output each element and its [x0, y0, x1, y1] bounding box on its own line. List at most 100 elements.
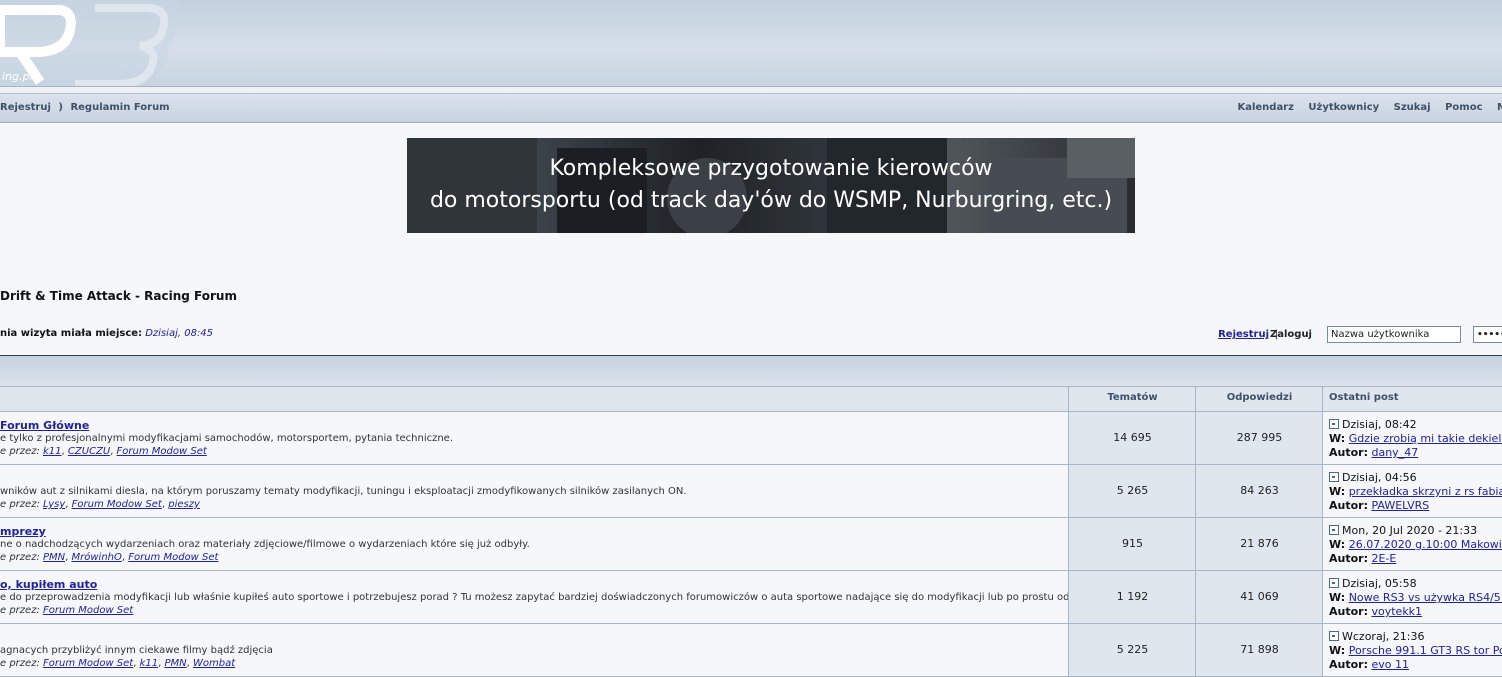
- logo-text: ing.pl: [2, 70, 33, 83]
- last-post-author: Autor: 2E-E: [1329, 552, 1396, 565]
- forum-info-cell: o, kupiłem auto e do przeprowadzenia mody…: [0, 571, 1068, 623]
- moderator-link[interactable]: CZUCZU: [68, 446, 110, 457]
- last-post-topic-link[interactable]: Gdzie zrobią mi takie dekielki...: [1349, 432, 1502, 445]
- forum-name-link[interactable]: o, kupiłem auto: [0, 578, 97, 591]
- forum-name-link[interactable]: mprezy: [0, 525, 46, 538]
- moderator-link[interactable]: MrówinhO: [72, 552, 122, 563]
- last-post-cell: Dzisiaj, 08:42 W: Gdzie zrobią mi takie d…: [1322, 412, 1502, 464]
- topics-count: 1 192: [1068, 571, 1196, 623]
- moderator-link[interactable]: Forum Modow Set: [43, 605, 133, 616]
- replies-count: 287 995: [1195, 412, 1323, 464]
- password-input[interactable]: [1473, 326, 1502, 343]
- last-post-author-link[interactable]: dany_47: [1371, 446, 1418, 459]
- forum-table-header: Tematów Odpowiedzi Ostatni post: [0, 387, 1502, 412]
- last-post-author-link[interactable]: evo 11: [1371, 658, 1409, 671]
- moderator-link[interactable]: pieszy: [168, 499, 200, 510]
- forum-row: wników aut z silnikami diesla, na którym…: [0, 465, 1502, 518]
- last-post-date: Wczoraj, 21:36: [1329, 630, 1424, 643]
- last-post-date: Dzisiaj, 05:58: [1329, 577, 1417, 590]
- moderators-label: e przez:: [0, 446, 40, 457]
- last-post-topic-link[interactable]: 26.07.2020 g.10:00 Makowice k...: [1349, 538, 1502, 551]
- nav-separator: ): [58, 102, 63, 113]
- last-post-author-label: Autor:: [1329, 499, 1368, 512]
- last-post-w-label: W:: [1329, 538, 1346, 551]
- replies-count: 71 898: [1195, 624, 1323, 676]
- moderator-link[interactable]: k11: [140, 658, 159, 669]
- forum-row: agnacych przybliżyć innym ciekawe filmy …: [0, 624, 1502, 677]
- nav-help-link[interactable]: Pomoc: [1445, 102, 1482, 113]
- banner-shade: [407, 138, 1135, 233]
- topics-count: 5 225: [1068, 624, 1196, 676]
- nav-calendar-link[interactable]: Kalendarz: [1237, 102, 1293, 113]
- last-post-date-text: Mon, 20 Jul 2020 - 21:33: [1342, 524, 1478, 537]
- forum-info-cell: mprezy ne o nadchodzących wydarzeniach or…: [0, 518, 1068, 570]
- last-post-icon[interactable]: [1329, 525, 1339, 535]
- last-post-topic-link[interactable]: przekładka skrzyni z rs fabia ...: [1349, 485, 1502, 498]
- moderators-label: e przez:: [0, 658, 40, 669]
- last-post-topic-link[interactable]: Nowe RS3 vs używka RS4/5 vs ...: [1349, 591, 1502, 604]
- last-post-author-link[interactable]: voytekk1: [1371, 605, 1422, 618]
- nav-register-link[interactable]: Rejestruj: [0, 102, 51, 113]
- nav-underline: [0, 123, 1502, 124]
- forum-row: Forum Główne e tylko z profesjonalnymi mo…: [0, 412, 1502, 465]
- forum-description: agnacych przybliżyć innym ciekawe filmy …: [0, 645, 273, 656]
- site-logo[interactable]: ing.pl: [0, 0, 190, 86]
- category-bar: [0, 356, 1502, 387]
- forum-moderators: e przez: Forum Modow Set: [0, 605, 133, 616]
- nav-search-link[interactable]: Szukaj: [1394, 102, 1431, 113]
- last-post-author: Autor: evo 11: [1329, 658, 1409, 671]
- ad-banner[interactable]: Kompleksowe przygotowanie kierowców do m…: [407, 138, 1135, 233]
- last-post-date-text: Dzisiaj, 04:56: [1342, 471, 1417, 484]
- moderator-link[interactable]: Forum Modow Set: [128, 552, 218, 563]
- last-post-date-text: Dzisiaj, 05:58: [1342, 577, 1417, 590]
- nav-members-link[interactable]: Użytkownicy: [1308, 102, 1379, 113]
- last-post-topic-link[interactable]: Porsche 991.1 GT3 RS tor Pozn...: [1349, 644, 1502, 657]
- last-post-icon[interactable]: [1329, 578, 1339, 588]
- last-post-date-text: Dzisiaj, 08:42: [1342, 418, 1417, 431]
- moderator-link[interactable]: Wombat: [193, 658, 235, 669]
- header-last-post: Ostatni post: [1322, 387, 1502, 411]
- moderator-link[interactable]: Lysy: [43, 499, 65, 510]
- forum-row: o, kupiłem auto e do przeprowadzenia mody…: [0, 571, 1502, 624]
- replies-count: 84 263: [1195, 465, 1323, 517]
- banner-line-2: do motorsportu (od track day'ów do WSMP,…: [429, 188, 1113, 213]
- last-post-topic: W: Gdzie zrobią mi takie dekielki...: [1329, 432, 1502, 445]
- top-navbar: Rejestruj ) Regulamin Forum Kalendarz Uż…: [0, 93, 1502, 123]
- last-visit-info: nia wizyta miała miejsce: Dzisiaj, 08:45: [0, 328, 213, 339]
- forum-moderators: e przez: Forum Modow Set, k11, PMN, Womb…: [0, 658, 235, 669]
- last-post-author: Autor: voytekk1: [1329, 605, 1422, 618]
- last-post-topic: W: 26.07.2020 g.10:00 Makowice k...: [1329, 538, 1502, 551]
- topics-count: 5 265: [1068, 465, 1196, 517]
- username-input[interactable]: [1327, 326, 1461, 343]
- last-post-author-link[interactable]: PAWELVRS: [1371, 499, 1429, 512]
- last-post-topic: W: Nowe RS3 vs używka RS4/5 vs ...: [1329, 591, 1502, 604]
- last-post-icon[interactable]: [1329, 631, 1339, 641]
- nav-right: Kalendarz Użytkownicy Szukaj Pomoc M: [1226, 102, 1502, 113]
- nav-left: Rejestruj ) Regulamin Forum: [0, 102, 174, 113]
- moderator-link[interactable]: Forum Modow Set: [117, 446, 207, 457]
- last-post-w-label: W:: [1329, 644, 1346, 657]
- nav-rules-link[interactable]: Regulamin Forum: [70, 102, 169, 113]
- moderator-link[interactable]: k11: [43, 446, 62, 457]
- last-post-author: Autor: PAWELVRS: [1329, 499, 1429, 512]
- forum-info-cell: wników aut z silnikami diesla, na którym…: [0, 465, 1068, 517]
- moderator-link[interactable]: Forum Modow Set: [43, 658, 133, 669]
- login-box: Rejestruj | Zaloguj: [1202, 326, 1502, 346]
- register-link[interactable]: Rejestruj: [1218, 329, 1269, 340]
- last-post-icon[interactable]: [1329, 419, 1339, 429]
- moderator-link[interactable]: PMN: [164, 658, 186, 669]
- forum-description: e tylko z profesjonalnymi modyfikacjami …: [0, 433, 454, 444]
- last-post-icon[interactable]: [1329, 472, 1339, 482]
- moderators-label: e przez:: [0, 499, 40, 510]
- moderator-link[interactable]: PMN: [43, 552, 65, 563]
- replies-count: 21 876: [1195, 518, 1323, 570]
- nav-more-link[interactable]: M: [1497, 102, 1502, 113]
- forum-name-link[interactable]: Forum Główne: [0, 419, 89, 432]
- header-topics: Tematów: [1068, 387, 1196, 411]
- last-post-author-link[interactable]: 2E-E: [1371, 552, 1396, 565]
- moderator-link[interactable]: Forum Modow Set: [72, 499, 162, 510]
- last-post-cell: Mon, 20 Jul 2020 - 21:33 W: 26.07.2020 g.…: [1322, 518, 1502, 570]
- last-post-cell: Dzisiaj, 04:56 W: przekładka skrzyni z rs…: [1322, 465, 1502, 517]
- topics-count: 915: [1068, 518, 1196, 570]
- forum-moderators: e przez: k11, CZUCZU, Forum Modow Set: [0, 446, 207, 457]
